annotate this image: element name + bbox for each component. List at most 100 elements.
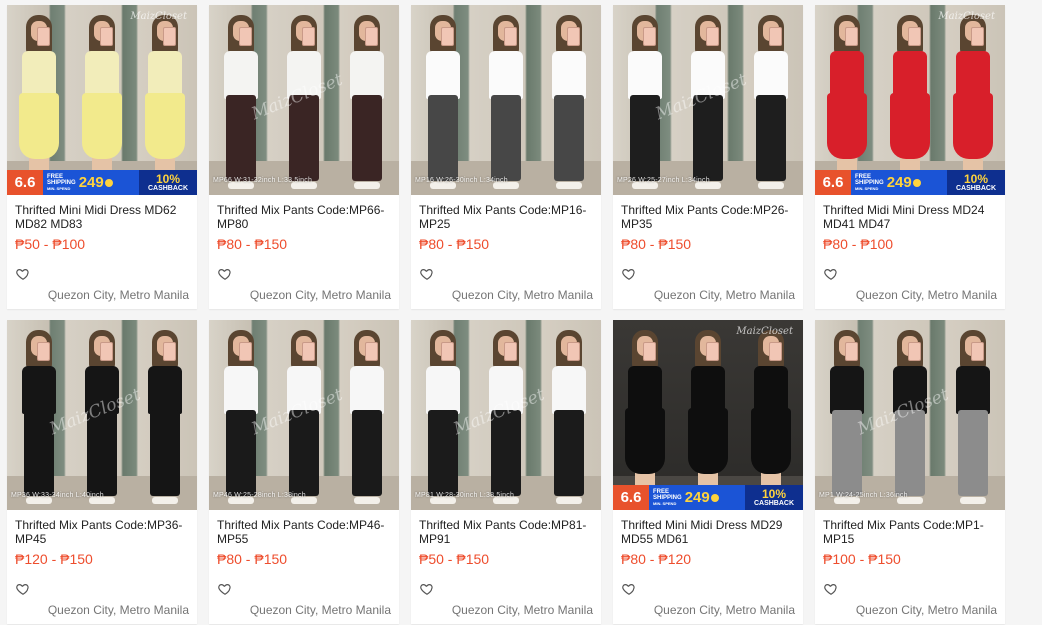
top-garment xyxy=(426,366,460,414)
shoes xyxy=(758,182,784,189)
model-figure xyxy=(421,11,465,195)
heart-icon[interactable] xyxy=(218,582,232,596)
product-title[interactable]: Thrifted Mix Pants Code:MP36-MP45 xyxy=(15,518,189,546)
size-tag: MP1 W:24-25inch L:36inch xyxy=(819,492,908,499)
shoes xyxy=(152,497,178,504)
product-image[interactable]: MaizCloset 6.6 FREE SHIPPING MIN. SPEND … xyxy=(815,5,1005,195)
model-figure xyxy=(484,11,528,195)
cashback-badge: 10% CASHBACK xyxy=(139,170,197,195)
product-price: ₱80 - ₱120 xyxy=(621,551,692,567)
model-figure xyxy=(143,11,187,195)
product-info: Thrifted Mix Pants Code:MP1-MP15 ₱100 - … xyxy=(815,510,1005,567)
product-image[interactable]: MP16 W:26-30inch L:34inch xyxy=(411,5,601,195)
phone-icon xyxy=(908,27,921,46)
product-info: Thrifted Midi Mini Dress MD24 MD41 MD47 … xyxy=(815,195,1005,252)
top-garment xyxy=(426,51,460,99)
product-card[interactable]: MaizCloset MP26 W:25-27inch L:34inch Thr… xyxy=(613,5,803,309)
product-card[interactable]: MaizCloset 6.6 FREE SHIPPING MIN. SPEND … xyxy=(815,5,1005,309)
phone-icon xyxy=(37,27,50,46)
top-garment xyxy=(830,51,864,99)
top-garment xyxy=(489,51,523,99)
product-card[interactable]: MaizCloset MP46 W:25-28inch L:38inch Thr… xyxy=(209,320,399,624)
product-image[interactable]: MaizCloset MP46 W:25-28inch L:38inch xyxy=(209,320,399,510)
bottom-garment xyxy=(554,95,584,181)
product-title[interactable]: Thrifted Mix Pants Code:MP81-MP91 xyxy=(419,518,593,546)
top-garment xyxy=(956,51,990,99)
product-title[interactable]: Thrifted Mix Pants Code:MP26-MP35 xyxy=(621,203,795,231)
product-image[interactable]: MaizCloset MP26 W:25-27inch L:34inch xyxy=(613,5,803,195)
model-figure xyxy=(749,11,793,195)
phone-icon xyxy=(845,342,858,361)
product-title[interactable]: Thrifted Mix Pants Code:MP1-MP15 xyxy=(823,518,997,546)
heart-icon[interactable] xyxy=(824,582,838,596)
product-image[interactable]: MaizCloset MP81 W:28-30inch L:38.5inch xyxy=(411,320,601,510)
free-shipping-badge: FREE SHIPPING MIN. SPEND 249 xyxy=(851,170,947,195)
product-price: ₱80 - ₱150 xyxy=(621,236,692,252)
shipping-amount: 249 xyxy=(684,488,710,506)
shoes xyxy=(556,182,582,189)
top-garment xyxy=(754,51,788,99)
heart-icon[interactable] xyxy=(824,267,838,281)
phone-icon xyxy=(908,342,921,361)
model-figure xyxy=(951,11,995,195)
heart-icon[interactable] xyxy=(420,582,434,596)
promo-date: 6.6 xyxy=(7,170,43,195)
phone-icon xyxy=(37,342,50,361)
product-card[interactable]: MaizCloset MP66 W:31-32inch L:33.5inch T… xyxy=(209,5,399,309)
product-title[interactable]: Thrifted Mix Pants Code:MP16-MP25 xyxy=(419,203,593,231)
product-title[interactable]: Thrifted Mini Midi Dress MD62 MD82 MD83 xyxy=(15,203,189,231)
product-card[interactable]: MaizCloset 6.6 FREE SHIPPING MIN. SPEND … xyxy=(613,320,803,624)
phone-icon xyxy=(504,342,517,361)
product-price: ₱80 - ₱150 xyxy=(217,236,288,252)
product-title[interactable]: Thrifted Mix Pants Code:MP66-MP80 xyxy=(217,203,391,231)
phone-icon xyxy=(365,342,378,361)
model-figure xyxy=(547,11,591,195)
heart-icon[interactable] xyxy=(16,582,30,596)
bottom-garment xyxy=(352,95,382,181)
cashback-label: CASHBACK xyxy=(753,499,795,507)
top-garment xyxy=(85,51,119,99)
product-card[interactable]: MaizCloset MP36 W:33-34inch L:40inch Thr… xyxy=(7,320,197,624)
product-card[interactable]: MaizCloset MP1 W:24-25inch L:36inch Thri… xyxy=(815,320,1005,624)
top-garment xyxy=(893,51,927,99)
product-card[interactable]: MP16 W:26-30inch L:34inch Thrifted Mix P… xyxy=(411,5,601,309)
product-image[interactable]: MaizCloset MP66 W:31-32inch L:33.5inch xyxy=(209,5,399,195)
cashback-label: CASHBACK xyxy=(955,184,997,192)
product-card[interactable]: MaizCloset 6.6 FREE SHIPPING MIN. SPEND … xyxy=(7,5,197,309)
heart-icon[interactable] xyxy=(622,582,636,596)
heart-icon[interactable] xyxy=(622,267,636,281)
phone-icon xyxy=(769,27,782,46)
min-spend-label: MIN. SPEND xyxy=(855,186,879,191)
product-image[interactable]: MaizCloset 6.6 FREE SHIPPING MIN. SPEND … xyxy=(613,320,803,510)
promo-banner: 6.6 FREE SHIPPING MIN. SPEND 249 10% CAS… xyxy=(613,485,803,510)
phone-icon xyxy=(100,342,113,361)
product-image[interactable]: MaizCloset 6.6 FREE SHIPPING MIN. SPEND … xyxy=(7,5,197,195)
model-figure xyxy=(547,326,591,510)
product-price: ₱50 - ₱150 xyxy=(419,551,490,567)
shoes xyxy=(354,182,380,189)
cashback-label: CASHBACK xyxy=(147,184,189,192)
top-garment xyxy=(691,366,725,414)
cashback-percent: 10% xyxy=(155,171,181,186)
heart-icon[interactable] xyxy=(420,267,434,281)
heart-icon[interactable] xyxy=(16,267,30,281)
product-title[interactable]: Thrifted Mini Midi Dress MD29 MD55 MD61 xyxy=(621,518,795,546)
phone-icon xyxy=(845,27,858,46)
product-image[interactable]: MaizCloset MP36 W:33-34inch L:40inch xyxy=(7,320,197,510)
product-card[interactable]: MaizCloset MP81 W:28-30inch L:38.5inch T… xyxy=(411,320,601,624)
top-garment xyxy=(628,366,662,414)
model-figure xyxy=(825,11,869,195)
product-image[interactable]: MaizCloset MP1 W:24-25inch L:36inch xyxy=(815,320,1005,510)
heart-icon[interactable] xyxy=(218,267,232,281)
top-garment xyxy=(22,366,56,414)
phone-icon xyxy=(567,27,580,46)
phone-icon xyxy=(971,342,984,361)
product-title[interactable]: Thrifted Midi Mini Dress MD24 MD41 MD47 xyxy=(823,203,997,231)
product-price: ₱80 - ₱100 xyxy=(823,236,894,252)
phone-icon xyxy=(239,342,252,361)
promo-date: 6.6 xyxy=(815,170,851,195)
bottom-garment xyxy=(890,93,930,159)
bottom-garment xyxy=(428,95,458,181)
product-title[interactable]: Thrifted Mix Pants Code:MP46-MP55 xyxy=(217,518,391,546)
product-price: ₱50 - ₱100 xyxy=(15,236,86,252)
